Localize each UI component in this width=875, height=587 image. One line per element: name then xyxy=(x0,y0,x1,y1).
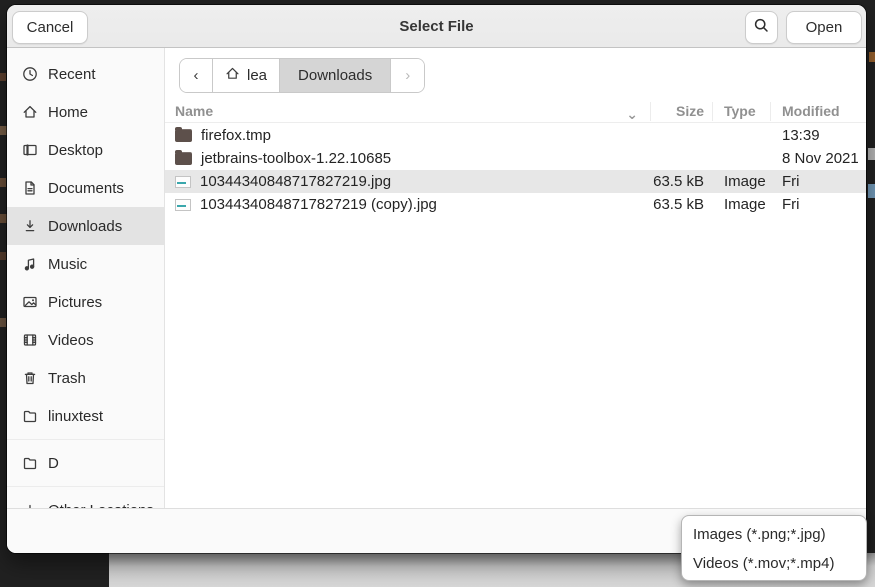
header-bar: Cancel Select File Open xyxy=(7,5,866,48)
sidebar-item-label: Videos xyxy=(48,332,94,349)
chevron-left-icon: ‹ xyxy=(194,67,199,84)
search-button[interactable] xyxy=(745,11,778,44)
file-type: Image xyxy=(712,196,770,213)
file-name: jetbrains-toolbox-1.22.10685 xyxy=(201,150,391,167)
desktop-icon xyxy=(22,142,38,158)
trash-icon xyxy=(22,370,38,386)
home-icon xyxy=(22,104,38,120)
file-row-firefox-tmp[interactable]: firefox.tmp 13:39 xyxy=(165,124,866,147)
sidebar-item-label: Recent xyxy=(48,66,96,83)
file-name: firefox.tmp xyxy=(201,127,271,144)
sidebar-item-d[interactable]: D xyxy=(7,444,164,482)
sidebar-item-downloads[interactable]: Downloads xyxy=(7,207,164,245)
places-sidebar: Recent Home Desktop Documents xyxy=(7,48,165,508)
path-back-button[interactable]: ‹ xyxy=(180,59,213,92)
sidebar-item-pictures[interactable]: Pictures xyxy=(7,283,164,321)
column-header-label: Name xyxy=(175,103,213,119)
file-list: firefox.tmp 13:39 jetbrains-toolbox-1.22… xyxy=(165,124,866,216)
file-modified: Fri xyxy=(770,173,866,190)
sidebar-item-music[interactable]: Music xyxy=(7,245,164,283)
column-separator xyxy=(770,102,771,121)
sidebar-item-label: D xyxy=(48,455,59,472)
background-artifact xyxy=(0,318,6,327)
sidebar-item-label: Home xyxy=(48,104,88,121)
open-button[interactable]: Open xyxy=(786,11,862,44)
folder-icon xyxy=(22,455,38,471)
path-segment-label: lea xyxy=(247,67,267,84)
sidebar-item-label: Music xyxy=(48,256,87,273)
search-icon xyxy=(753,17,770,38)
clock-icon xyxy=(22,66,38,82)
filter-option-images[interactable]: Images (*.png;*.jpg) xyxy=(682,520,866,549)
sidebar-item-trash[interactable]: Trash xyxy=(7,359,164,397)
sidebar-item-videos[interactable]: Videos xyxy=(7,321,164,359)
sidebar-item-label: Desktop xyxy=(48,142,103,159)
file-row-jpg-copy[interactable]: 10344340848717827219 (copy).jpg 63.5 kB … xyxy=(165,193,866,216)
folder-icon xyxy=(22,408,38,424)
sort-chevron-down-icon: ⌄ xyxy=(626,106,638,123)
picture-icon xyxy=(22,294,38,310)
file-size: 63.5 kB xyxy=(650,196,712,213)
home-icon xyxy=(225,66,240,85)
image-thumbnail-icon xyxy=(175,199,191,211)
file-pane: ‹ lea Downloads › Name ⌄ xyxy=(165,48,866,508)
background-artifact xyxy=(0,214,7,223)
sidebar-separator xyxy=(7,439,164,440)
background-artifact xyxy=(869,52,875,62)
column-separator xyxy=(650,102,651,121)
column-header-type[interactable]: Type xyxy=(712,103,770,119)
file-chooser-dialog: Cancel Select File Open Recent xyxy=(7,5,866,553)
dialog-content: Recent Home Desktop Documents xyxy=(7,48,866,508)
background-artifact xyxy=(0,126,7,135)
sidebar-item-label: Trash xyxy=(48,370,86,387)
film-icon xyxy=(22,332,38,348)
file-row-jetbrains-toolbox[interactable]: jetbrains-toolbox-1.22.10685 8 Nov 2021 xyxy=(165,147,866,170)
column-header-name[interactable]: Name ⌄ xyxy=(165,103,650,119)
dialog-title: Select File xyxy=(7,18,866,35)
chevron-right-icon: › xyxy=(405,67,410,84)
sidebar-item-home[interactable]: Home xyxy=(7,93,164,131)
sidebar-separator xyxy=(7,486,164,487)
column-header-size[interactable]: Size xyxy=(650,103,712,119)
path-segment-home[interactable]: lea xyxy=(213,59,280,92)
column-header-modified[interactable]: Modified xyxy=(770,103,866,119)
file-filter-menu: Images (*.png;*.jpg) Videos (*.mov;*.mp4… xyxy=(681,515,867,581)
sidebar-item-linuxtest[interactable]: linuxtest xyxy=(7,397,164,435)
image-thumbnail-icon xyxy=(175,176,191,188)
file-modified: 8 Nov 2021 xyxy=(770,150,866,167)
download-icon xyxy=(22,218,38,234)
path-forward-button[interactable]: › xyxy=(391,59,424,92)
file-name: 10344340848717827219 (copy).jpg xyxy=(200,196,437,213)
folder-icon xyxy=(175,129,192,142)
file-size: 63.5 kB xyxy=(650,173,712,190)
sidebar-item-label: Pictures xyxy=(48,294,102,311)
sidebar-item-other-locations[interactable]: Other Locations xyxy=(7,491,164,508)
file-name: 10344340848717827219.jpg xyxy=(200,173,391,190)
file-modified: Fri xyxy=(770,196,866,213)
column-separator xyxy=(712,102,713,121)
folder-icon xyxy=(175,152,192,165)
sidebar-item-recent[interactable]: Recent xyxy=(7,55,164,93)
sidebar-item-desktop[interactable]: Desktop xyxy=(7,131,164,169)
music-note-icon xyxy=(22,256,38,272)
path-bar: ‹ lea Downloads › xyxy=(179,58,425,93)
document-icon xyxy=(22,180,38,196)
path-segment-downloads[interactable]: Downloads xyxy=(280,59,391,92)
filter-option-videos[interactable]: Videos (*.mov;*.mp4) xyxy=(682,549,866,578)
background-artifact xyxy=(868,148,875,160)
sidebar-item-label: linuxtest xyxy=(48,408,103,425)
background-artifact xyxy=(0,73,6,81)
file-type: Image xyxy=(712,173,770,190)
list-column-headers: Name ⌄ Size Type Modified xyxy=(165,100,866,123)
sidebar-item-documents[interactable]: Documents xyxy=(7,169,164,207)
sidebar-item-label: Downloads xyxy=(48,218,122,235)
sidebar-item-label: Documents xyxy=(48,180,124,197)
background-artifact xyxy=(0,178,6,187)
background-artifact xyxy=(868,184,875,198)
file-row-jpg-selected[interactable]: 10344340848717827219.jpg 63.5 kB Image F… xyxy=(165,170,866,193)
file-modified: 13:39 xyxy=(770,127,866,144)
background-artifact xyxy=(0,252,6,260)
